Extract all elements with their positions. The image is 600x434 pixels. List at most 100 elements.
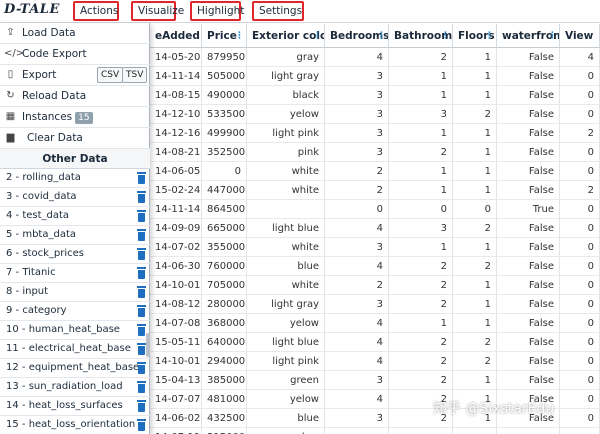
column-menu-icon[interactable]: ⋮ <box>441 24 450 47</box>
other-data-item[interactable]: 12 - equipment_heat_base <box>0 359 150 378</box>
table-cell[interactable]: 2 <box>453 257 497 276</box>
table-cell[interactable]: False <box>497 371 560 390</box>
table-cell[interactable]: 432500 <box>202 409 247 428</box>
table-cell[interactable]: 15-05-11 <box>150 333 202 352</box>
table-cell[interactable]: 640000 <box>202 333 247 352</box>
code-export-item[interactable]: </> Code Export <box>0 44 150 65</box>
table-cell[interactable]: False <box>497 276 560 295</box>
column-menu-icon[interactable]: ⋮ <box>377 24 386 47</box>
table-cell[interactable]: False <box>497 143 560 162</box>
table-cell[interactable]: 2 <box>389 143 453 162</box>
table-cell[interactable]: light gray <box>247 295 325 314</box>
table-cell[interactable]: 1 <box>453 181 497 200</box>
table-cell[interactable]: black <box>247 86 325 105</box>
table-cell[interactable]: yelow <box>247 105 325 124</box>
table-cell[interactable]: 14-07-07 <box>150 390 202 409</box>
table-cell[interactable]: 14-08-12 <box>150 295 202 314</box>
table-cell[interactable]: False <box>497 105 560 124</box>
other-data-item[interactable]: 14 - heat_loss_surfaces <box>0 397 150 416</box>
table-cell[interactable]: 1 <box>389 162 453 181</box>
table-cell[interactable]: 14-08-15 <box>150 86 202 105</box>
table-cell[interactable]: 352500 <box>202 143 247 162</box>
table-cell[interactable]: 0 <box>560 314 600 333</box>
column-menu-icon[interactable]: ⋮ <box>313 24 322 47</box>
table-cell[interactable]: 294000 <box>202 352 247 371</box>
table-cell[interactable]: 0 <box>325 200 389 219</box>
table-cell[interactable]: 14-12-10 <box>150 105 202 124</box>
table-cell[interactable]: False <box>497 67 560 86</box>
other-data-item[interactable]: 11 - electrical_heat_base <box>0 340 150 359</box>
visualize-menu-button[interactable]: Visualize <box>131 1 184 21</box>
table-cell[interactable]: False <box>497 314 560 333</box>
column-header-date-added[interactable]: eAdded <box>150 24 202 48</box>
table-cell[interactable]: 0 <box>202 162 247 181</box>
table-cell[interactable]: 2 <box>389 333 453 352</box>
delete-trash-icon[interactable] <box>137 267 146 279</box>
table-cell[interactable]: False <box>497 86 560 105</box>
table-cell[interactable]: blue <box>247 257 325 276</box>
table-cell[interactable]: 3 <box>325 86 389 105</box>
settings-menu-button[interactable]: Settings <box>252 1 304 21</box>
table-cell[interactable]: 4 <box>325 219 389 238</box>
table-cell[interactable]: blue <box>247 409 325 428</box>
table-cell[interactable]: gray <box>247 48 325 67</box>
table-cell[interactable]: 1 <box>453 276 497 295</box>
table-cell[interactable]: 3 <box>325 105 389 124</box>
delete-trash-icon[interactable] <box>137 229 146 241</box>
table-cell[interactable]: 14-07-08 <box>150 314 202 333</box>
table-cell[interactable]: 0 <box>560 67 600 86</box>
table-cell[interactable]: white <box>247 238 325 257</box>
table-cell[interactable]: 2 <box>325 276 389 295</box>
table-cell[interactable]: 1 <box>389 238 453 257</box>
column-header-exterior-color[interactable]: Exterior color ⋮ <box>247 24 325 48</box>
other-data-item[interactable]: 9 - category <box>0 302 150 321</box>
table-cell[interactable]: 2 <box>325 162 389 181</box>
table-cell[interactable]: yelow <box>247 428 325 434</box>
table-cell[interactable]: 2 <box>560 124 600 143</box>
table-cell[interactable]: pink <box>247 143 325 162</box>
column-header-price[interactable]: Price ⋮ <box>202 24 247 48</box>
table-cell[interactable]: 315000 <box>202 428 247 434</box>
delete-trash-icon[interactable] <box>137 305 146 317</box>
table-cell[interactable]: 2 <box>453 352 497 371</box>
table-cell[interactable]: 2 <box>389 276 453 295</box>
table-cell[interactable]: 385000 <box>202 371 247 390</box>
table-cell[interactable]: 1 <box>389 86 453 105</box>
delete-trash-icon[interactable] <box>137 191 146 203</box>
table-cell[interactable]: 4 <box>325 314 389 333</box>
table-cell[interactable]: 665000 <box>202 219 247 238</box>
other-data-item[interactable]: 5 - mbta_data <box>0 226 150 245</box>
export-csv-button[interactable]: CSV <box>97 67 124 83</box>
table-cell[interactable]: 368000 <box>202 314 247 333</box>
table-cell[interactable]: 505000 <box>202 67 247 86</box>
table-cell[interactable]: 2 <box>389 48 453 67</box>
clear-data-item[interactable]: ▆ Clear Data <box>0 128 150 149</box>
column-header-view[interactable]: View <box>560 24 600 48</box>
table-cell[interactable]: 1 <box>453 238 497 257</box>
table-cell[interactable]: 3 <box>389 219 453 238</box>
table-cell[interactable]: 2 <box>325 181 389 200</box>
table-cell[interactable]: white <box>247 181 325 200</box>
table-cell[interactable]: 355000 <box>202 238 247 257</box>
table-cell[interactable]: 3 <box>325 371 389 390</box>
table-cell[interactable]: 1 <box>453 86 497 105</box>
delete-trash-icon[interactable] <box>137 381 146 393</box>
table-cell[interactable]: 3 <box>325 67 389 86</box>
delete-trash-icon[interactable] <box>137 362 146 374</box>
table-cell[interactable]: light pink <box>247 352 325 371</box>
table-cell[interactable]: 0 <box>453 200 497 219</box>
table-cell[interactable]: light blue <box>247 219 325 238</box>
export-tsv-button[interactable]: TSV <box>122 67 148 83</box>
table-cell[interactable]: False <box>497 333 560 352</box>
table-cell[interactable]: 4 <box>325 333 389 352</box>
table-cell[interactable]: 4 <box>325 390 389 409</box>
delete-trash-icon[interactable] <box>137 210 146 222</box>
table-cell[interactable]: 499900 <box>202 124 247 143</box>
table-cell[interactable]: 0 <box>560 295 600 314</box>
column-header-waterfront[interactable]: waterfront ⋮ <box>497 24 560 48</box>
table-cell[interactable]: False <box>497 257 560 276</box>
table-cell[interactable]: 1 <box>453 295 497 314</box>
table-cell[interactable]: 0 <box>560 409 600 428</box>
table-cell[interactable]: white <box>247 162 325 181</box>
table-cell[interactable] <box>497 428 560 434</box>
